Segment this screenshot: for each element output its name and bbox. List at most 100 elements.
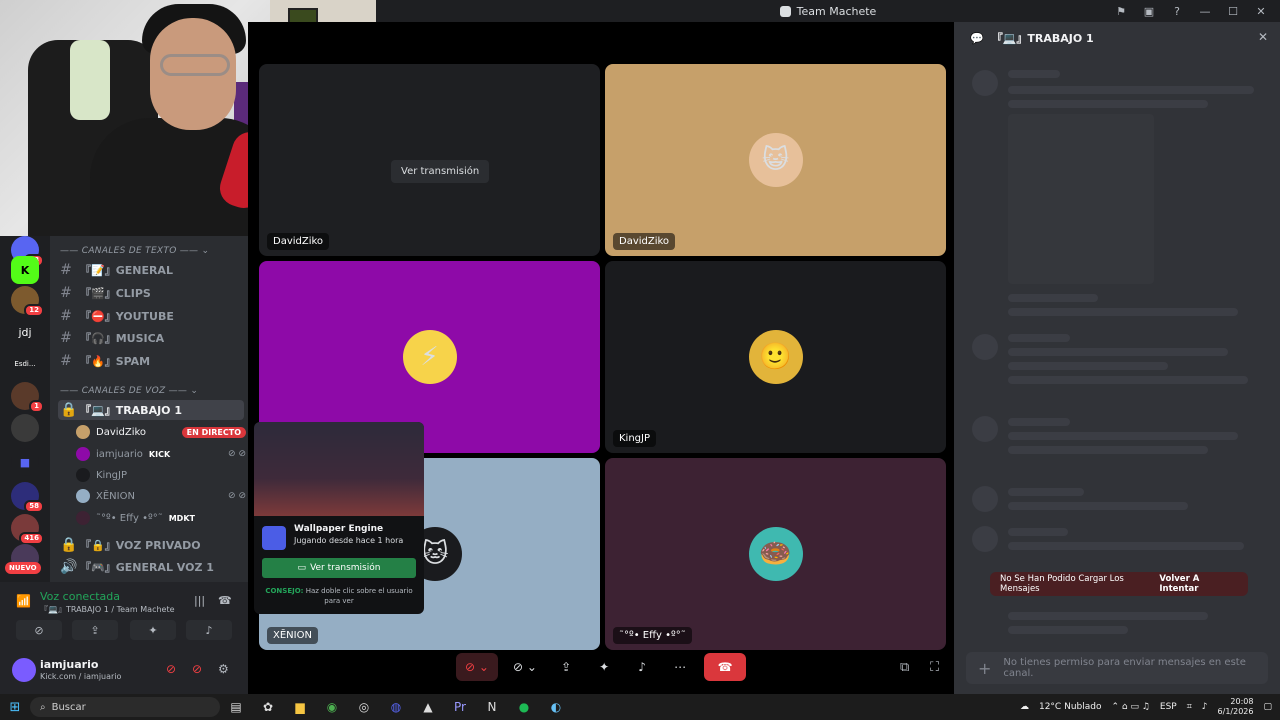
disconnect-icon[interactable]: ☎ xyxy=(218,594,232,607)
skeleton-line xyxy=(1008,528,1068,536)
server-icon xyxy=(779,5,791,17)
spotify-icon[interactable]: ● xyxy=(508,700,540,714)
camera-off-button[interactable]: ⊘ xyxy=(16,620,62,640)
channel-musica[interactable]: # 『🎧』MUSICA xyxy=(58,328,244,348)
minimize-icon[interactable]: — xyxy=(1198,5,1212,18)
avatar xyxy=(76,489,90,503)
voice-user[interactable]: DavidZiko EN DIRECTO xyxy=(76,422,246,442)
mic-muted-icon[interactable]: ⊘ xyxy=(166,662,176,676)
copilot-icon[interactable]: ✿ xyxy=(252,700,284,714)
skeleton-line xyxy=(1008,294,1098,302)
premiere-icon[interactable]: Pr xyxy=(444,700,476,714)
notifications-icon[interactable]: ▢ xyxy=(1263,702,1272,712)
voice-user-name: DavidZiko xyxy=(96,426,147,438)
tray-icons[interactable]: ⌃ ⌂ ▭ ♫ xyxy=(1111,702,1149,712)
voice-channel-voz-privado[interactable]: 🔒 『🔒』VOZ PRIVADO xyxy=(58,535,244,555)
obs-icon[interactable]: ◎ xyxy=(348,700,380,714)
channel-spam[interactable]: # 『🔥』SPAM xyxy=(58,351,244,371)
taskbar-search[interactable]: ⌕ Buscar xyxy=(30,697,220,717)
chat-input[interactable]: + No tienes permiso para enviar mensajes… xyxy=(966,652,1268,684)
category-text-channels[interactable]: —— CANALES DE TEXTO —— ⌄ xyxy=(60,246,209,256)
category-voice-channels[interactable]: —— CANALES DE VOZ —— ⌄ xyxy=(60,386,198,396)
video-tile[interactable]: 🍩 ˜°º• Effy •º°˜ xyxy=(605,458,946,650)
voice-user-name: XĒNION xyxy=(96,490,135,502)
camera-button[interactable]: ⊘ ⌄ xyxy=(508,653,542,681)
server-item[interactable]: 58 xyxy=(11,482,44,513)
hash-icon: # xyxy=(60,285,72,301)
windows-start-icon[interactable]: ⊞ xyxy=(0,700,30,715)
chat-header: 💬 『💻』TRABAJO 1 xyxy=(954,22,1280,54)
avatar: 🍩 xyxy=(748,527,803,581)
server-item-esdi[interactable]: Esdi... xyxy=(11,350,39,378)
search-label: Buscar xyxy=(51,701,86,713)
epic-games-icon[interactable]: ▲ xyxy=(412,700,444,714)
lock-icon: 🔒 xyxy=(60,402,78,418)
channel-general[interactable]: # 『📝』GENERAL xyxy=(58,260,244,280)
video-tile[interactable]: Ver transmisión DavidZiko xyxy=(259,64,600,256)
avatar[interactable] xyxy=(12,658,36,682)
video-tile[interactable]: 🙂 KingJP xyxy=(605,261,946,453)
voice-user[interactable]: KingJP xyxy=(76,465,246,485)
stream-thumbnail[interactable] xyxy=(254,422,424,516)
server-item[interactable]: 12 xyxy=(11,286,44,317)
view-stream-button[interactable]: Ver transmisión xyxy=(391,160,490,183)
folder-icon[interactable]: ■ xyxy=(11,448,39,476)
activity-app-name: Wallpaper Engine xyxy=(294,524,384,534)
error-message: No Se Han Podido Cargar Los Mensajes xyxy=(1000,574,1124,594)
soundboard-button[interactable]: ♪ xyxy=(186,620,232,640)
retry-button[interactable]: Volver A Intentar xyxy=(1159,574,1238,594)
voice-user[interactable]: iamjuario KICK ⊘ ⊘ xyxy=(76,444,246,464)
chat-panel: 💬 『💻』TRABAJO 1 ✕ No Se Han Podido Cargar… xyxy=(954,22,1280,694)
activity-duration: Jugando desde hace 1 hora xyxy=(294,536,404,545)
settings-gear-icon[interactable]: ⚙ xyxy=(218,662,229,676)
task-view-icon[interactable]: ▤ xyxy=(220,700,252,714)
language-indicator[interactable]: ESP xyxy=(1160,702,1177,712)
avatar: 🙂 xyxy=(748,330,803,384)
steam-icon[interactable]: ◐ xyxy=(540,700,572,714)
headphones-muted-icon[interactable]: ⊘ xyxy=(192,662,202,676)
mute-button[interactable]: ⊘ ⌄ xyxy=(456,653,498,681)
file-explorer-icon[interactable]: ▆ xyxy=(284,700,316,714)
voice-user[interactable]: XĒNION ⊘ ⊘ xyxy=(76,486,246,506)
voice-channel-trabajo-1[interactable]: 🔒 『💻』TRABAJO 1 xyxy=(58,400,244,420)
volume-icon[interactable]: ♪ xyxy=(1202,702,1208,712)
watch-stream-button[interactable]: ▭ Ver transmisión xyxy=(262,558,416,578)
activities-button[interactable]: ✦ xyxy=(590,653,618,681)
close-icon[interactable]: ✕ xyxy=(1258,30,1268,44)
channel-youtube[interactable]: # 『⛔』YOUTUBE xyxy=(58,306,244,326)
skeleton-line xyxy=(1008,626,1128,634)
help-icon[interactable]: ? xyxy=(1170,5,1184,18)
server-item-jdj[interactable]: jdj xyxy=(11,318,39,346)
end-call-button[interactable]: ☎ xyxy=(704,653,747,681)
more-options-button[interactable]: ⋯ xyxy=(666,653,694,681)
video-tile[interactable]: 😺 DavidZiko xyxy=(605,64,946,256)
weather-text[interactable]: 12°C Nublado xyxy=(1039,702,1101,712)
clock[interactable]: 20:08 6/1/2026 xyxy=(1218,697,1254,717)
voice-location[interactable]: 『💻』TRABAJO 1 / Team Machete xyxy=(40,604,175,615)
share-screen-button[interactable]: ⇪ xyxy=(552,653,580,681)
network-icon[interactable]: ⌗ xyxy=(1187,702,1192,712)
share-screen-button[interactable]: ⇪ xyxy=(72,620,118,640)
server-item[interactable]: 416 xyxy=(11,514,44,545)
server-item[interactable] xyxy=(11,414,39,442)
flag-icon[interactable]: ⚑ xyxy=(1114,5,1128,18)
voice-channel-general-voz-1[interactable]: 🔊 『🎮』GENERAL VOZ 1 xyxy=(58,557,244,577)
screen-icon: ▭ xyxy=(297,563,307,573)
voice-user[interactable]: ˜°º• Effy •º°˜ MDKT xyxy=(76,508,246,528)
inbox-icon[interactable]: ▣ xyxy=(1142,5,1156,18)
notion-icon[interactable]: N xyxy=(476,700,508,714)
discord-icon[interactable]: ◍ xyxy=(380,700,412,714)
maximize-icon[interactable]: ☐ xyxy=(1226,5,1240,18)
signal-icon[interactable]: 📶 xyxy=(16,594,31,608)
server-item[interactable]: 1 xyxy=(11,382,44,413)
soundboard-button[interactable]: ♪ xyxy=(628,653,656,681)
plus-icon[interactable]: + xyxy=(978,659,991,678)
noise-suppression-icon[interactable]: ||| xyxy=(194,594,205,607)
kick-server-icon[interactable]: K xyxy=(11,256,39,284)
fullscreen-icon[interactable]: ⛶ xyxy=(930,660,939,675)
close-icon[interactable]: ✕ xyxy=(1254,5,1268,18)
chrome-icon[interactable]: ◉ xyxy=(316,700,348,714)
activities-button[interactable]: ✦ xyxy=(130,620,176,640)
channel-clips[interactable]: # 『🎬』CLIPS xyxy=(58,283,244,303)
popout-icon[interactable]: ⧉ xyxy=(900,660,909,675)
